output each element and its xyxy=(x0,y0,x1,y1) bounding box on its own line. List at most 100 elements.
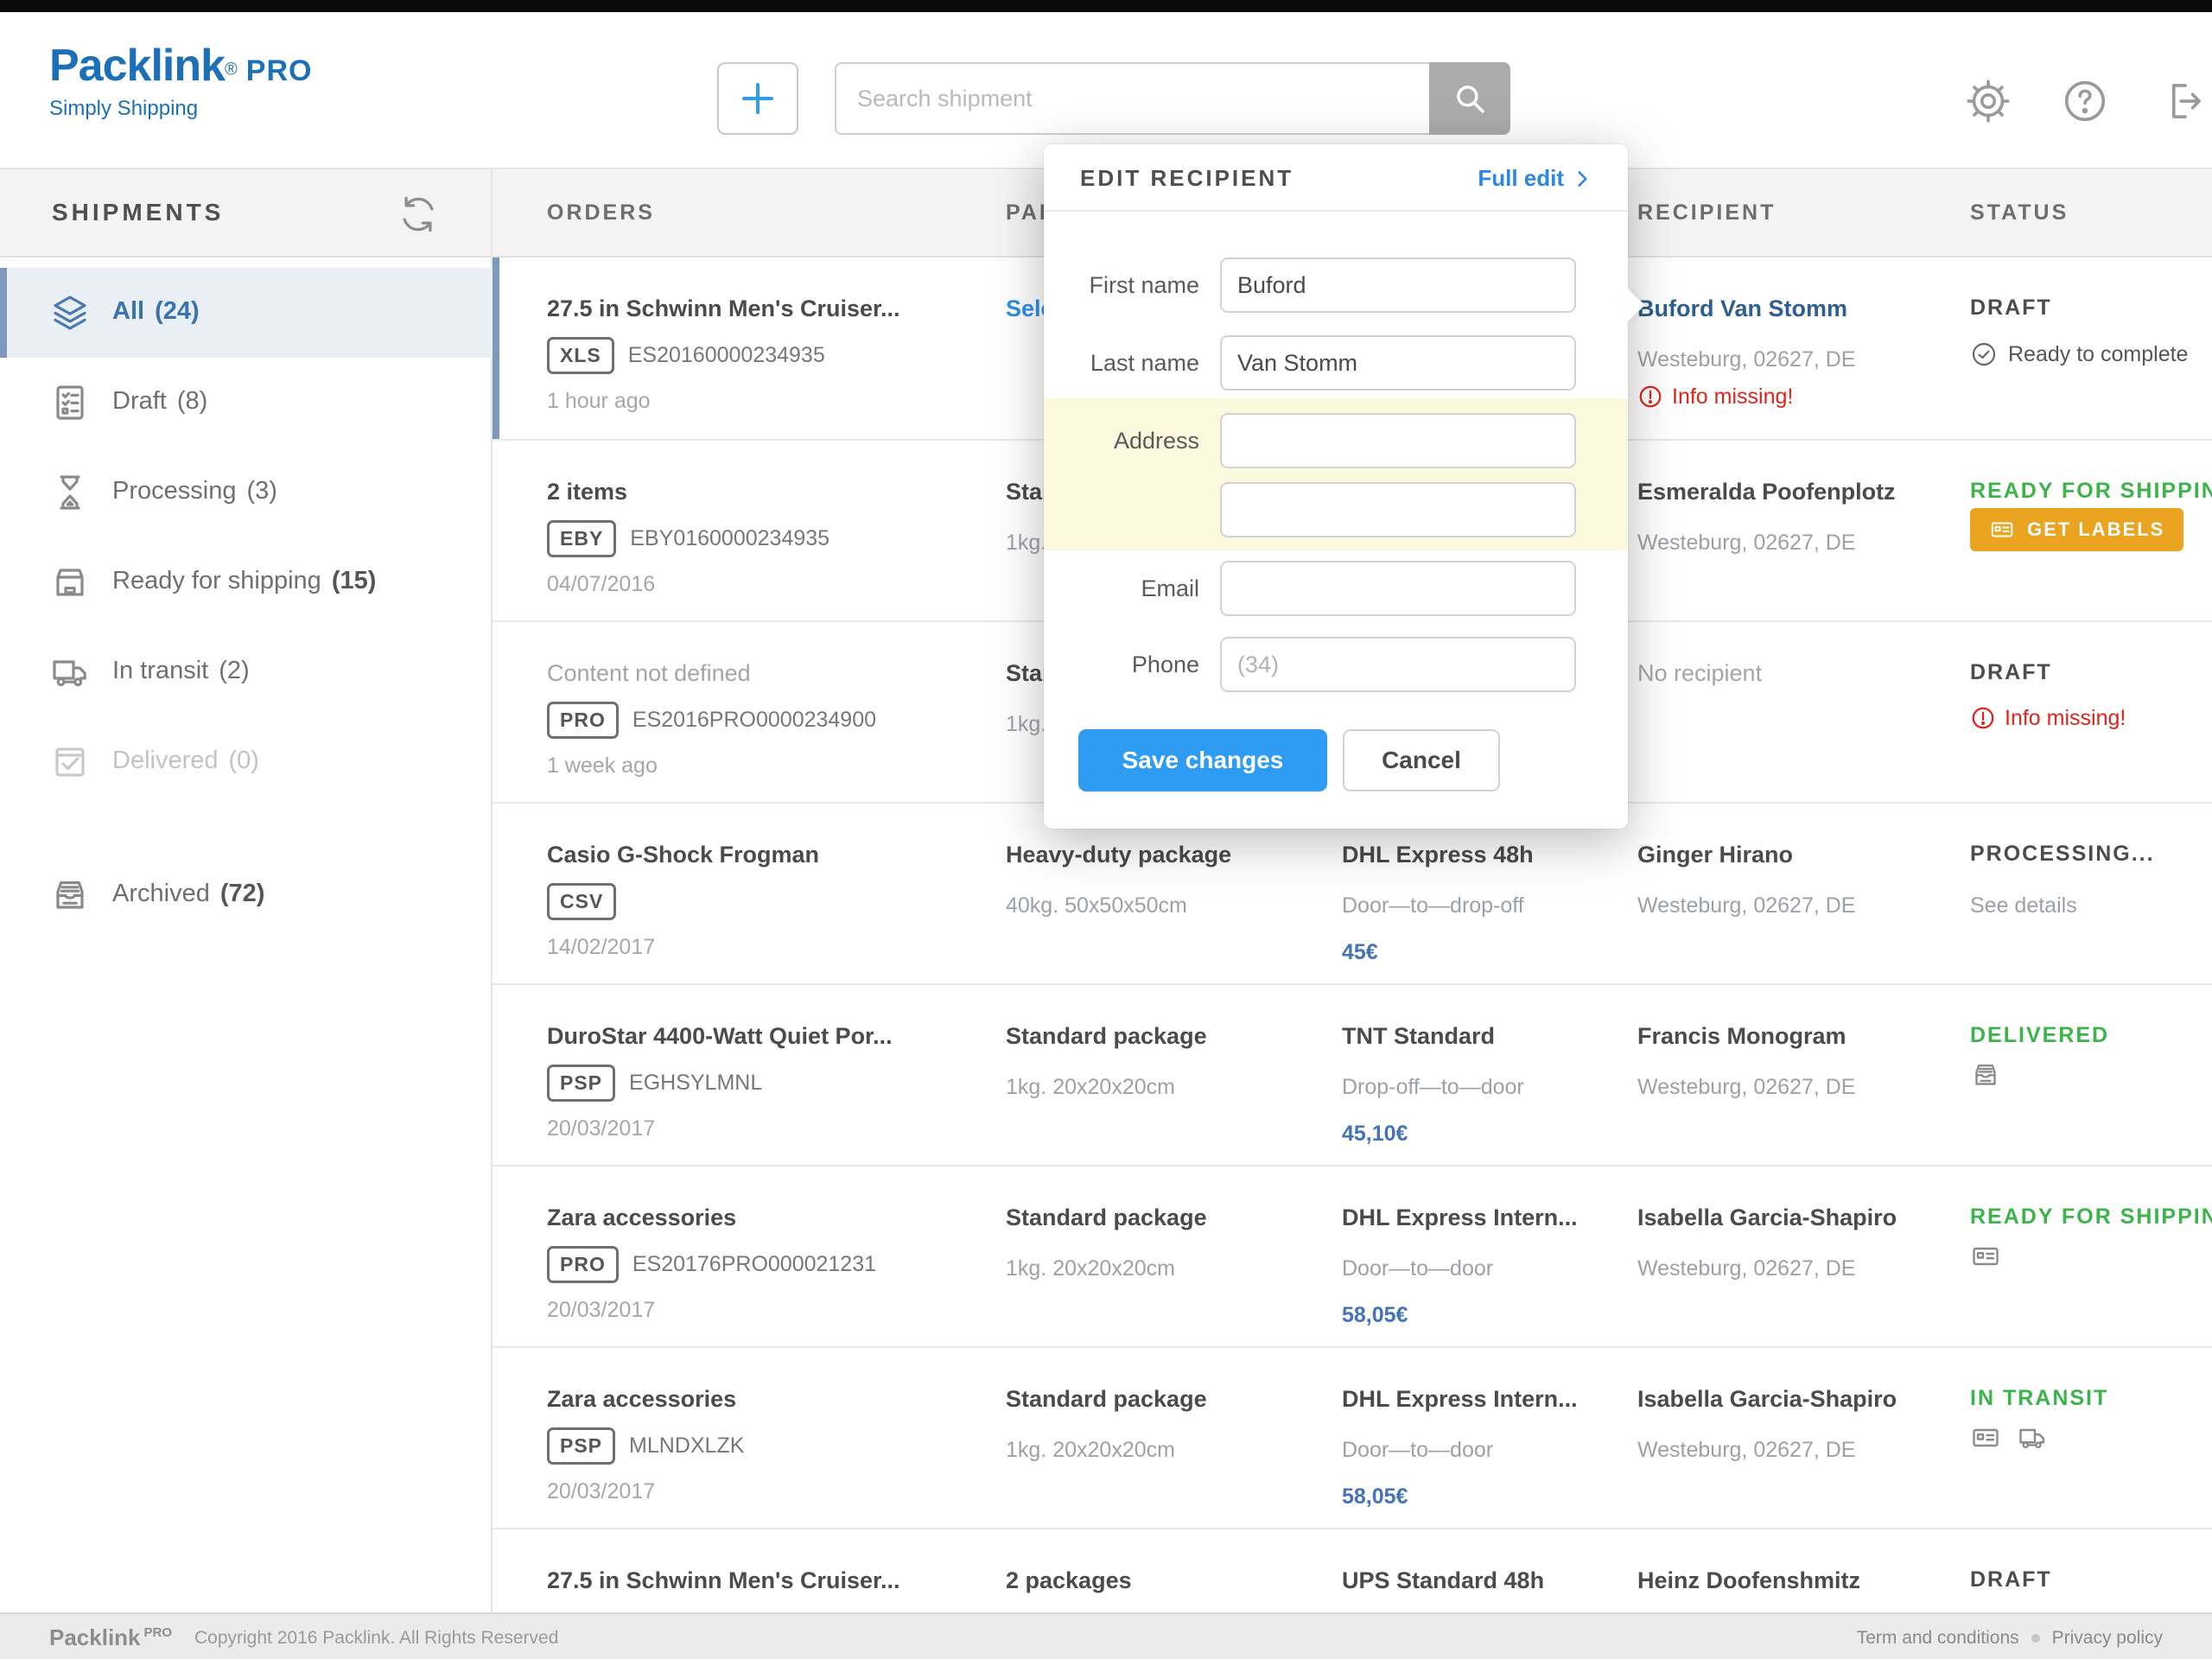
status-error-note: Info missing! xyxy=(1970,705,2126,731)
order-reference-code: EGHSYLMNL xyxy=(629,1071,762,1096)
search-button[interactable] xyxy=(1429,62,1510,135)
sidebar-item-all[interactable]: All(24) xyxy=(0,268,493,358)
sidebar-item-archived[interactable]: Archived(72) xyxy=(0,850,493,940)
chevron-right-icon xyxy=(1571,168,1593,190)
recipient-location: Westeburg, 02627, DE xyxy=(1637,893,1855,918)
refresh-icon xyxy=(396,192,441,237)
service-cell: DHL Express 48hDoor—to—drop-off45€ xyxy=(1342,804,1627,985)
parcel-dimensions: 1kg. 20x20x20cm xyxy=(1006,1256,1175,1281)
hourglass-icon xyxy=(49,472,91,513)
status-cell: DRAFTInfo missing! xyxy=(1970,622,2209,804)
service-cell: TNT StandardDrop-off—to—door45,10€ xyxy=(1342,985,1627,1166)
order-title: 27.5 in Schwinn Men's Cruiser... xyxy=(547,1567,900,1594)
order-meta-line: XLSES20160000234935 xyxy=(547,337,825,374)
status-label: READY FOR SHIPPING xyxy=(1970,479,2212,504)
logo-pro-label: PRO xyxy=(246,54,313,87)
help-button[interactable] xyxy=(2060,76,2110,126)
recipient-warning-text: Info missing! xyxy=(1672,385,1793,410)
table-row[interactable]: 27.5 in Schwinn Men's Cruiser...2 packag… xyxy=(493,1528,2212,1612)
order-date: 20/03/2017 xyxy=(547,1116,655,1141)
order-date: 1 week ago xyxy=(547,753,658,779)
order-meta-line: PROES2016PRO0000234900 xyxy=(547,702,876,739)
parcel-type: Standard package xyxy=(1006,1386,1207,1413)
order-title: 2 items xyxy=(547,479,627,505)
status-label: PROCESSING... xyxy=(1970,842,2155,867)
order-date: 14/02/2017 xyxy=(547,935,655,960)
copyright-text: Copyright 2016 Packlink. All Rights Rese… xyxy=(194,1628,558,1649)
order-cell: Content not definedPROES2016PRO000023490… xyxy=(547,622,979,804)
order-reference-code: EBY0160000234935 xyxy=(630,526,830,551)
search-input[interactable] xyxy=(835,62,1429,135)
recipient-warning: Info missing! xyxy=(1637,384,1793,410)
save-changes-button[interactable]: Save changes xyxy=(1078,729,1327,791)
order-cell: 2 itemsEBYEBY016000023493504/07/2016 xyxy=(547,441,979,622)
terms-link[interactable]: Term and conditions xyxy=(1857,1628,2019,1649)
service-route: Drop-off—to—door xyxy=(1342,1075,1524,1100)
sidebar-item-count: (2) xyxy=(219,657,249,684)
layers-icon xyxy=(49,292,91,334)
recipient-name: No recipient xyxy=(1637,660,1762,687)
logo-registered-mark: ® xyxy=(225,60,238,79)
column-header-0: ORDERS xyxy=(547,200,655,226)
sidebar-item-label: Processing(3) xyxy=(112,477,277,505)
last-name-field[interactable] xyxy=(1220,335,1576,391)
sidebar-item-count: (24) xyxy=(155,297,200,325)
last-name-label: Last name xyxy=(1044,350,1199,377)
check-circle-icon xyxy=(1970,340,1998,368)
table-row[interactable]: Zara accessoriesPROES20176PRO00002123120… xyxy=(493,1165,2212,1346)
order-source-badge: EBY xyxy=(547,520,616,557)
cancel-button[interactable]: Cancel xyxy=(1343,729,1500,791)
add-shipment-button[interactable] xyxy=(717,62,798,135)
sidebar-item-delivered[interactable]: Delivered(0) xyxy=(0,717,493,807)
service-price: 58,05€ xyxy=(1342,1303,1408,1328)
address-line2-field[interactable] xyxy=(1220,482,1576,537)
sidebar-item-in-transit[interactable]: In transit(2) xyxy=(0,627,493,717)
get-labels-button[interactable]: GET LABELS xyxy=(1970,508,2183,551)
first-name-field[interactable] xyxy=(1220,257,1576,313)
order-source-badge: PRO xyxy=(547,1246,619,1283)
order-source-badge: XLS xyxy=(547,337,614,374)
recipient-name: Esmeralda Poofenplotz xyxy=(1637,479,1896,505)
table-row[interactable]: Zara accessoriesPSPMLNDXLZK20/03/2017Sta… xyxy=(493,1346,2212,1528)
settings-button[interactable] xyxy=(1963,76,2013,126)
sidebar-item-count: (0) xyxy=(229,747,259,774)
label-icon xyxy=(1989,517,2015,543)
service-name: DHL Express Intern... xyxy=(1342,1205,1578,1231)
order-meta-line: PRO ES20176PRO000021231 xyxy=(547,1246,876,1283)
sidebar-item-count: (72) xyxy=(220,880,265,907)
parcels-cell: Standard package1kg. 20x20x20cm xyxy=(1006,1166,1322,1348)
sidebar-item-processing[interactable]: Processing(3) xyxy=(0,448,493,537)
service-price: 45€ xyxy=(1342,940,1378,965)
order-meta-line: CSV xyxy=(547,883,616,920)
footer-logo: PacklinkPRO xyxy=(49,1624,172,1651)
recipient-name[interactable]: Buford Van Stomm xyxy=(1637,296,1847,322)
recipient-location: Westeburg, 02627, DE xyxy=(1637,1256,1855,1281)
order-reference-code: MLNDXLZK xyxy=(629,1433,744,1459)
service-name: UPS Standard 48h xyxy=(1342,1567,1544,1594)
packlink-logo: Packlink® PRO Simply Shipping xyxy=(49,40,312,121)
phone-label: Phone xyxy=(1044,652,1199,678)
sidebar-item-draft[interactable]: Draft(8) xyxy=(0,358,493,448)
table-row[interactable]: Casio G-Shock FrogmanCSV14/02/2017Heavy-… xyxy=(493,802,2212,983)
sidebar-item-ready-for-shipping[interactable]: Ready for shipping(15) xyxy=(0,537,493,627)
full-edit-label: Full edit xyxy=(1478,165,1564,192)
recipient-cell: Ginger HiranoWesteburg, 02627, DE xyxy=(1637,804,1957,985)
email-field[interactable] xyxy=(1220,561,1576,616)
order-reference-code: ES20176PRO000021231 xyxy=(632,1252,876,1277)
address-line1-field[interactable] xyxy=(1220,413,1576,468)
refresh-button[interactable] xyxy=(396,192,441,237)
full-edit-link[interactable]: Full edit xyxy=(1478,165,1593,192)
status-details-link[interactable]: See details xyxy=(1970,893,2077,918)
recipient-cell: No recipient xyxy=(1637,622,1957,804)
recipient-location: Westeburg, 02627, DE xyxy=(1637,531,1855,556)
status-error-text: Info missing! xyxy=(2005,706,2126,731)
logo-wordmark: Packlink xyxy=(49,41,225,91)
search-icon xyxy=(1452,80,1488,117)
modal-header: EDIT RECIPIENT Full edit xyxy=(1044,144,1628,212)
table-row[interactable]: DuroStar 4400-Watt Quiet Por...PSPEGHSYL… xyxy=(493,983,2212,1165)
logout-button[interactable] xyxy=(2155,76,2205,126)
logo-tagline: Simply Shipping xyxy=(49,97,312,121)
archive-icon xyxy=(1970,1059,2001,1090)
privacy-link[interactable]: Privacy policy xyxy=(2052,1628,2163,1649)
phone-field[interactable] xyxy=(1220,637,1576,692)
